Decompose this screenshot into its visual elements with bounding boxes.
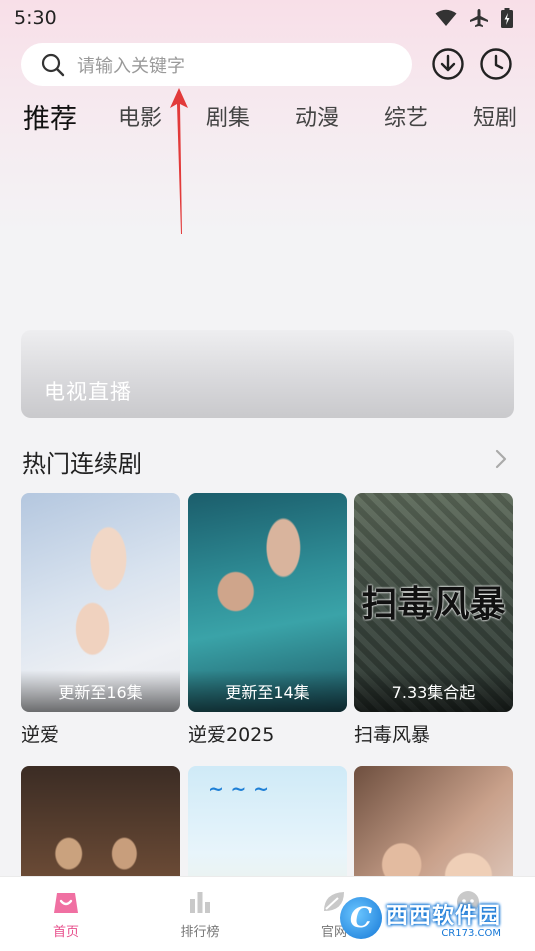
bar-chart-icon — [190, 892, 210, 913]
watermark-logo: C 西西软件园 CR173.COM — [340, 897, 520, 939]
watermark-main: 西西软件园 — [386, 903, 502, 929]
episode-badge: 7.33集合起 — [354, 670, 513, 712]
poster-logo: ~ ~ ~ — [208, 778, 269, 800]
search-input[interactable]: 请输入关键字 — [21, 43, 412, 86]
episode-badge: 更新至14集 — [188, 670, 347, 712]
poster-image: 扫毒风暴 7.33集合起 — [354, 493, 513, 712]
search-row: 请输入关键字 — [21, 43, 521, 87]
search-icon — [41, 53, 65, 76]
annotation-arrow-icon — [170, 88, 188, 234]
search-placeholder: 请输入关键字 — [77, 55, 185, 77]
poster-image: 更新至16集 — [21, 493, 180, 712]
tab-series[interactable]: 剧集 — [206, 100, 250, 132]
watermark-circle: C — [340, 897, 382, 939]
poster-image: 更新至14集 — [188, 493, 347, 712]
tab-variety[interactable]: 综艺 — [384, 100, 428, 132]
airplane-icon — [470, 9, 488, 27]
drama-card[interactable]: 更新至16集 逆爱 — [21, 493, 180, 747]
download-icon[interactable] — [431, 47, 465, 81]
status-bar: 5:30 — [0, 0, 535, 36]
card-title: 扫毒风暴 — [354, 724, 431, 746]
wifi-icon — [435, 9, 457, 26]
tab-recommend[interactable]: 推荐 — [23, 97, 77, 136]
tab-movie[interactable]: 电影 — [118, 100, 162, 132]
status-time: 5:30 — [14, 7, 57, 29]
tab-anime[interactable]: 动漫 — [295, 100, 339, 132]
nav-label: 首页 — [52, 925, 79, 940]
history-icon[interactable] — [479, 47, 513, 81]
poster-title-text: 扫毒风暴 — [361, 584, 506, 625]
battery-icon — [501, 8, 513, 28]
nav-label: 排行榜 — [180, 925, 220, 940]
nav-home[interactable]: 首页 — [31, 889, 101, 940]
drama-card[interactable]: 扫毒风暴 7.33集合起 扫毒风暴 — [354, 493, 513, 747]
drama-card[interactable]: 更新至14集 逆爱2025 — [188, 493, 347, 747]
status-icons — [435, 8, 513, 28]
category-tabs: 推荐 电影 剧集 动漫 综艺 短剧 — [0, 100, 535, 140]
card-title: 逆爱 — [21, 724, 60, 746]
tv-live-banner[interactable]: 电视直播 — [21, 330, 514, 418]
nav-ranking[interactable]: 排行榜 — [165, 889, 235, 940]
home-bag-icon — [54, 893, 78, 913]
banner-label: 电视直播 — [44, 380, 132, 404]
chevron-right-icon[interactable] — [492, 448, 510, 470]
section-title: 热门连续剧 — [22, 450, 142, 478]
tab-short-drama[interactable]: 短剧 — [473, 100, 517, 132]
watermark-text-box: 西西软件园 CR173.COM — [386, 898, 501, 939]
card-title: 逆爱2025 — [188, 724, 275, 746]
episode-badge: 更新至16集 — [21, 670, 180, 712]
